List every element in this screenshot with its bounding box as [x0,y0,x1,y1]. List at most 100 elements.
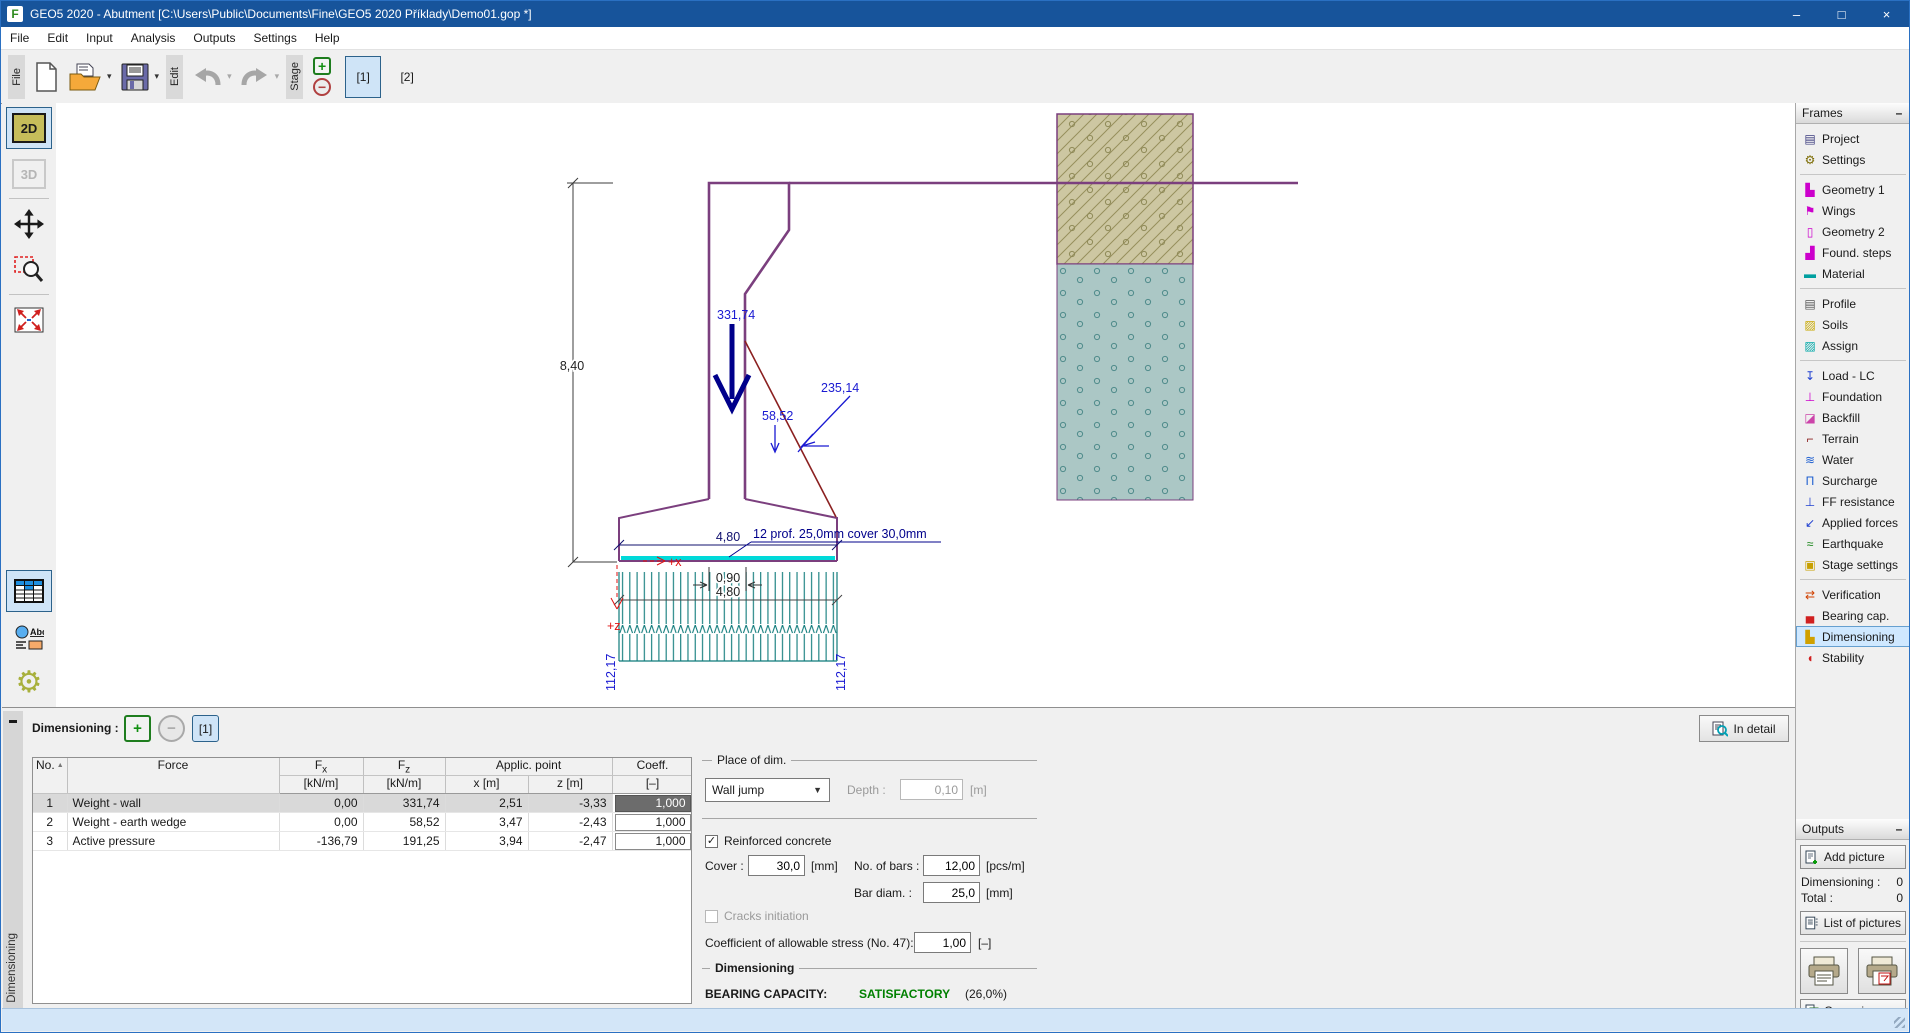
diam-field[interactable] [923,882,980,903]
cover-field[interactable] [748,855,805,876]
frames-item-terrain[interactable]: ⌐Terrain [1796,428,1910,449]
force-wedge-label: 58,52 [762,409,793,423]
open-file-button[interactable] [63,56,107,98]
frames-item-backfill[interactable]: ◪Backfill [1796,407,1910,428]
resize-grip[interactable] [1894,1017,1905,1028]
print-selection-button[interactable] [1858,948,1906,994]
cell-fz: 191,25 [363,832,445,851]
pan-tool-button[interactable] [6,203,52,245]
place-of-dim-select[interactable]: Wall jump ▼ [705,778,830,802]
add-stage-button[interactable]: + [313,57,331,75]
dim-stem-label: 0,90 [716,571,740,585]
redo-button[interactable] [235,56,275,98]
col-fz[interactable]: Fz [363,758,445,776]
maximize-button[interactable]: □ [1819,1,1864,27]
new-file-button[interactable] [29,56,63,98]
col-no[interactable]: No.▲ [33,758,67,794]
frames-item-surcharge[interactable]: ΠSurcharge [1796,470,1910,491]
undo-button[interactable] [187,56,227,98]
frames-item-foundation[interactable]: ⊥Foundation [1796,386,1910,407]
terrain-icon: ⌐ [1802,432,1818,446]
profile-icon: ▤ [1802,297,1818,311]
force-wall-label: 331,74 [717,308,755,322]
frames-item-geometry-1[interactable]: ▙Geometry 1 [1796,179,1910,200]
undo-icon [191,65,223,89]
remove-stage-button[interactable]: − [313,78,331,96]
cell-fx: 0,00 [279,794,363,813]
undo-dropdown-caret[interactable]: ▾ [227,71,232,82]
cell-no: 1 [33,794,67,813]
menu-help[interactable]: Help [306,27,349,49]
drawing-canvas[interactable]: 8,40 4,80 12 prof. 25,0mm cover 30,0mm 3… [56,103,1795,707]
print-button[interactable] [1800,948,1848,994]
frames-item-earthquake[interactable]: ≈Earthquake [1796,533,1910,554]
table-row[interactable]: 1Weight - wall0,00331,742,51-3,331,000 [33,794,692,813]
frames-item-assign[interactable]: ▨Assign [1796,335,1910,356]
frames-item-profile[interactable]: ▤Profile [1796,293,1910,314]
open-dropdown-caret[interactable]: ▾ [107,71,112,82]
save-dropdown-caret[interactable]: ▾ [155,71,160,82]
frames-item-water[interactable]: ≋Water [1796,449,1910,470]
zoom-tool-button[interactable] [6,249,52,291]
outputs-minimize-button[interactable]: – [1893,822,1905,836]
allowable-stress-field[interactable] [914,932,971,953]
table-row[interactable]: 3Active pressure-136,79191,253,94-2,471,… [33,832,692,851]
bars-field[interactable] [923,855,980,876]
coeff-cell[interactable]: 1,000 [615,833,691,850]
rebar-annotation: 12 prof. 25,0mm cover 30,0mm [753,527,927,541]
col-applic-point[interactable]: Applic. point [445,758,612,776]
view-2d-button[interactable]: 2D [6,107,52,149]
frames-item-soils[interactable]: ▨Soils [1796,314,1910,335]
open-folder-icon [67,61,103,93]
frames-item-material[interactable]: ▬Material [1796,263,1910,284]
frames-minimize-button[interactable]: – [1893,106,1905,120]
frames-item-verification[interactable]: ⇄Verification [1796,584,1910,605]
frames-item-load-lc[interactable]: ↧Load - LC [1796,365,1910,386]
close-button[interactable]: × [1864,1,1909,27]
menu-edit[interactable]: Edit [38,27,77,49]
frames-item-settings[interactable]: ⚙Settings [1796,149,1910,170]
drawing-settings-button[interactable]: ⚙ [6,662,52,704]
frames-item-project[interactable]: ▤Project [1796,128,1910,149]
frames-item-ff-resistance[interactable]: ⊥FF resistance [1796,491,1910,512]
menu-analysis[interactable]: Analysis [122,27,185,49]
stage-1-button[interactable]: [1] [345,56,381,98]
in-detail-button[interactable]: In detail [1699,715,1789,742]
fit-view-button[interactable] [6,299,52,341]
reinforced-concrete-checkbox[interactable]: ✓ [705,835,718,848]
frames-item-bearing-cap-[interactable]: ▄Bearing cap. [1796,605,1910,626]
remove-force-button[interactable]: − [158,715,185,742]
frames-item-found-steps[interactable]: ▟Found. steps [1796,242,1910,263]
view-3d-button[interactable]: 3D [6,153,52,195]
col-coeff[interactable]: Coeff. [612,758,692,776]
frames-item-wings[interactable]: ⚑Wings [1796,200,1910,221]
col-fx[interactable]: Fx [279,758,363,776]
frames-item-stage-settings[interactable]: ▣Stage settings [1796,554,1910,575]
stage-2-button[interactable]: [2] [389,56,425,98]
coeff-cell[interactable]: 1,000 [615,814,691,831]
legend-view-button[interactable]: Abc [6,616,52,658]
add-picture-button[interactable]: Add picture [1800,845,1906,869]
panel-stage-button[interactable]: [1] [192,715,219,742]
menu-input[interactable]: Input [77,27,122,49]
table-view-button[interactable] [6,570,52,612]
menu-file[interactable]: File [1,27,38,49]
frames-item-applied-forces[interactable]: ↙Applied forces [1796,512,1910,533]
frames-item-geometry-2[interactable]: ▯Geometry 2 [1796,221,1910,242]
add-force-button[interactable]: + [124,715,151,742]
coeff-cell[interactable]: 1,000 [615,795,691,812]
menu-outputs[interactable]: Outputs [184,27,244,49]
frames-item-stability[interactable]: ◖Stability [1796,647,1910,668]
col-force[interactable]: Force [67,758,279,794]
redo-dropdown-caret[interactable]: ▾ [275,71,280,82]
unit-z: z [m] [528,776,612,794]
list-of-pictures-button[interactable]: List of pictures [1800,911,1906,935]
frames-item-dimensioning[interactable]: ▙Dimensioning [1796,626,1910,647]
panel-side-strip[interactable]: Dimensioning [3,711,23,1009]
menu-settings[interactable]: Settings [244,27,305,49]
utilization-percent: (26,0%) [965,987,1007,1001]
cell-z: -2,47 [528,832,612,851]
minimize-button[interactable]: – [1774,1,1819,27]
table-row[interactable]: 2Weight - earth wedge0,0058,523,47-2,431… [33,813,692,832]
save-file-button[interactable] [115,56,155,98]
